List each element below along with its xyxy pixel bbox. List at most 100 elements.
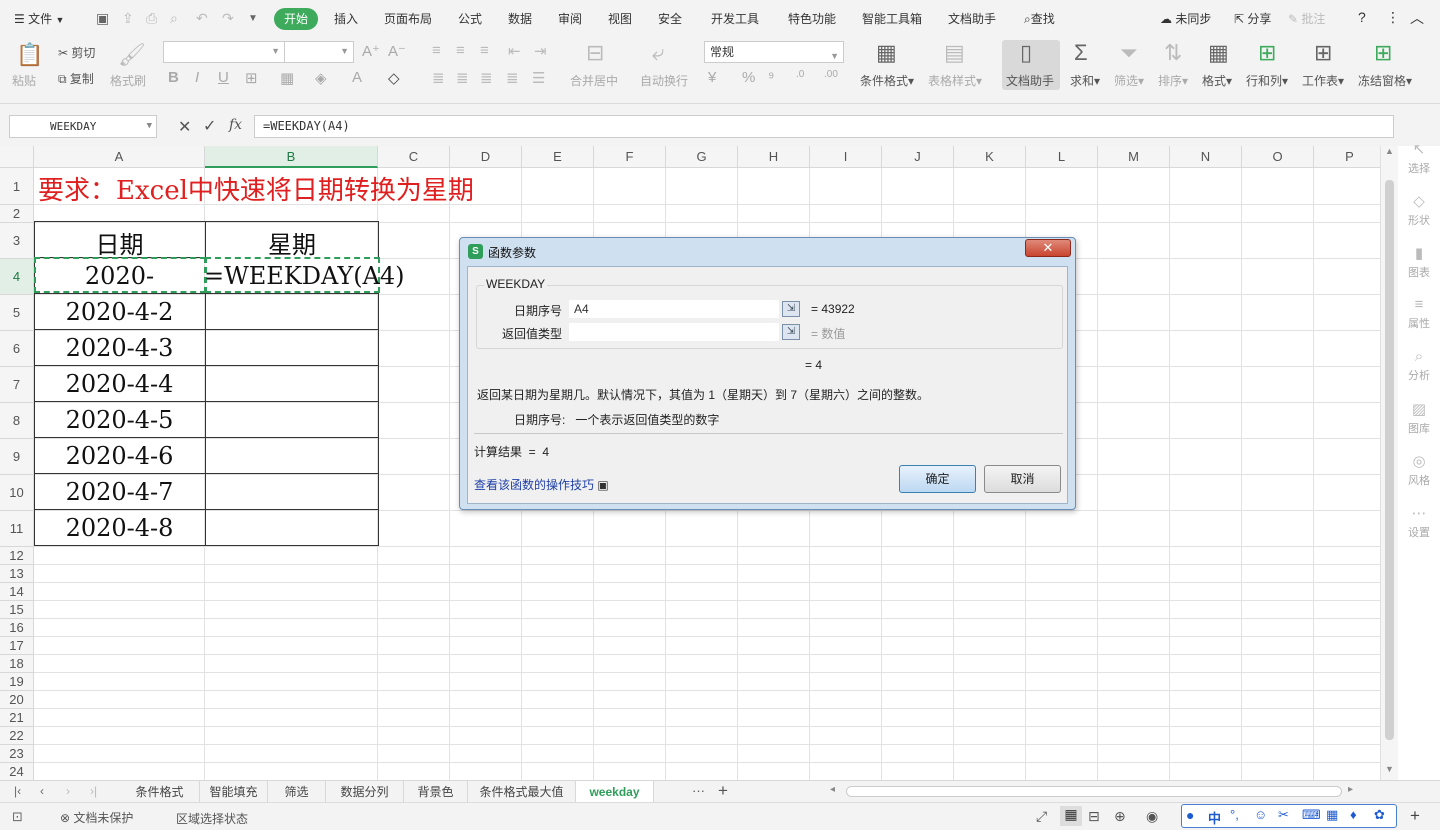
help-icon[interactable]: ?: [1358, 9, 1366, 25]
tab-data[interactable]: 数据: [508, 10, 532, 27]
paste-button[interactable]: 粘贴: [12, 72, 36, 89]
vertical-scrollbar[interactable]: ▲ ▼: [1380, 146, 1398, 780]
align-left-icon[interactable]: ≣: [432, 69, 445, 87]
column-header[interactable]: H: [738, 146, 810, 168]
row-col-button[interactable]: 行和列▾: [1246, 72, 1288, 89]
side-panel-item[interactable]: ⋯ 设置: [1398, 504, 1440, 540]
align-center-icon[interactable]: ≣: [456, 69, 469, 87]
name-box[interactable]: WEEKDAY ▼: [9, 115, 157, 138]
row-header[interactable]: 8: [0, 403, 34, 439]
date-cell[interactable]: 2020-4-2: [34, 298, 205, 326]
row-header[interactable]: 18: [0, 655, 34, 673]
format-painter-icon[interactable]: 🖌: [118, 42, 146, 68]
date-cell[interactable]: 2020-4-4: [34, 370, 205, 398]
last-sheet-icon[interactable]: ›|: [90, 784, 97, 798]
ime-emoji-icon[interactable]: ☺: [1254, 807, 1267, 822]
format-painter-button[interactable]: 格式刷: [110, 72, 146, 89]
align-right-icon[interactable]: ≣: [480, 69, 493, 87]
confirm-formula-icon[interactable]: ✓: [203, 116, 216, 136]
ime-toolbar[interactable]: ● 中 °, ☺ ✂ ⌨ ▦ ♦ ✿: [1181, 804, 1397, 828]
freeze-pane-icon[interactable]: ⊞: [1374, 40, 1392, 66]
copy-button[interactable]: ⧉ 复制: [58, 70, 94, 87]
row-header[interactable]: 19: [0, 673, 34, 691]
row-header[interactable]: 24: [0, 763, 34, 780]
quick-access-dropdown-icon[interactable]: ▼: [248, 13, 258, 24]
undo-icon[interactable]: ↶: [196, 10, 208, 27]
arg2-collapse-ref-icon[interactable]: ⇲: [782, 324, 800, 340]
ime-menu-icon[interactable]: ▦: [1326, 807, 1338, 823]
share-doc-icon[interactable]: ⇪: [122, 10, 134, 27]
italic-icon[interactable]: I: [195, 69, 199, 86]
next-sheet-icon[interactable]: ›: [66, 784, 70, 798]
column-header[interactable]: N: [1170, 146, 1242, 168]
font-size-combo[interactable]: ▼: [284, 41, 354, 63]
column-header[interactable]: M: [1098, 146, 1170, 168]
filter-button[interactable]: 筛选▾: [1114, 72, 1144, 89]
sync-button[interactable]: ☁ 未同步: [1160, 10, 1211, 27]
table-style-icon[interactable]: ▤: [944, 40, 965, 66]
collapse-ribbon-icon[interactable]: ︿: [1410, 8, 1424, 28]
number-format-combo[interactable]: 常规 ▼: [704, 41, 844, 63]
doc-helper-button[interactable]: 文档助手: [1006, 72, 1054, 89]
fill-color-icon[interactable]: ◈: [315, 69, 327, 87]
formula-input[interactable]: =WEEKDAY(A4): [254, 115, 1394, 138]
ime-keyboard-icon[interactable]: ⌨: [1302, 807, 1321, 823]
distribute-icon[interactable]: ☰: [532, 69, 545, 87]
row-header[interactable]: 2: [0, 205, 34, 223]
macro-icon[interactable]: ⊡: [12, 809, 23, 825]
date-cell[interactable]: 2020-4-8: [34, 514, 205, 542]
freeze-pane-button[interactable]: 冻结窗格▾: [1358, 72, 1412, 89]
column-header[interactable]: L: [1026, 146, 1098, 168]
select-all-corner[interactable]: [0, 146, 34, 168]
tab-page-layout[interactable]: 页面布局: [384, 10, 432, 27]
comment-button[interactable]: ✎ 批注: [1288, 10, 1325, 27]
row-header[interactable]: 20: [0, 691, 34, 709]
underline-icon[interactable]: U: [218, 69, 229, 86]
side-panel-item[interactable]: ⌕ 分析: [1398, 348, 1440, 383]
column-header[interactable]: J: [882, 146, 954, 168]
print-icon[interactable]: ⎙: [146, 10, 157, 27]
column-header[interactable]: O: [1242, 146, 1314, 168]
row-header[interactable]: 15: [0, 601, 34, 619]
sheet-tab[interactable]: 智能填充: [200, 781, 268, 803]
doc-helper-icon[interactable]: ▯: [1020, 40, 1032, 66]
sheet-tab[interactable]: 筛选: [268, 781, 326, 803]
currency-icon[interactable]: ¥: [708, 69, 716, 86]
thousands-icon[interactable]: ⁹: [768, 69, 774, 86]
eye-protection-icon[interactable]: ◉: [1146, 808, 1158, 825]
align-top-icon[interactable]: ≡: [432, 42, 441, 59]
tab-view[interactable]: 视图: [608, 10, 632, 27]
more-icon[interactable]: ⋮: [1386, 9, 1400, 26]
ok-button[interactable]: 确定: [899, 465, 976, 493]
sheet-tab[interactable]: weekday: [576, 781, 654, 803]
cond-format-icon[interactable]: ▦: [876, 40, 897, 66]
row-header[interactable]: 14: [0, 583, 34, 601]
cond-format-button[interactable]: 条件格式▾: [860, 72, 914, 89]
date-cell[interactable]: 2020-4-3: [34, 334, 205, 362]
fill-pattern-icon[interactable]: ▦: [280, 69, 294, 87]
ime-tools-icon[interactable]: ✂: [1278, 807, 1289, 823]
search-button[interactable]: ⌕查找: [1024, 10, 1055, 27]
tab-security[interactable]: 安全: [658, 10, 682, 27]
font-color-icon[interactable]: A: [352, 69, 362, 86]
row-header[interactable]: 5: [0, 295, 34, 331]
tab-features[interactable]: 特色功能: [788, 10, 836, 27]
arg1-input[interactable]: A4: [569, 300, 779, 318]
tab-review[interactable]: 审阅: [558, 10, 582, 27]
scroll-right-icon[interactable]: ▸: [1348, 784, 1353, 795]
table-style-button[interactable]: 表格样式▾: [928, 72, 982, 89]
prev-sheet-icon[interactable]: ‹: [40, 784, 44, 798]
percent-icon[interactable]: %: [742, 69, 755, 86]
scroll-up-icon[interactable]: ▲: [1385, 146, 1394, 156]
sheet-tab[interactable]: 条件格式: [120, 781, 200, 803]
align-middle-icon[interactable]: ≡: [456, 42, 465, 59]
protect-status[interactable]: ⊗ 文档未保护: [60, 809, 133, 826]
zoom-in-icon[interactable]: +: [1410, 806, 1420, 826]
side-panel-item[interactable]: ◎ 风格: [1398, 452, 1440, 488]
font-name-combo[interactable]: ▼: [163, 41, 285, 63]
side-panel-item[interactable]: ◇ 形状: [1398, 192, 1440, 228]
arg2-input[interactable]: [569, 323, 779, 341]
sheet-tab[interactable]: 数据分列: [326, 781, 404, 803]
increase-font-icon[interactable]: A⁺: [362, 42, 380, 60]
sum-button[interactable]: 求和▾: [1070, 72, 1100, 89]
